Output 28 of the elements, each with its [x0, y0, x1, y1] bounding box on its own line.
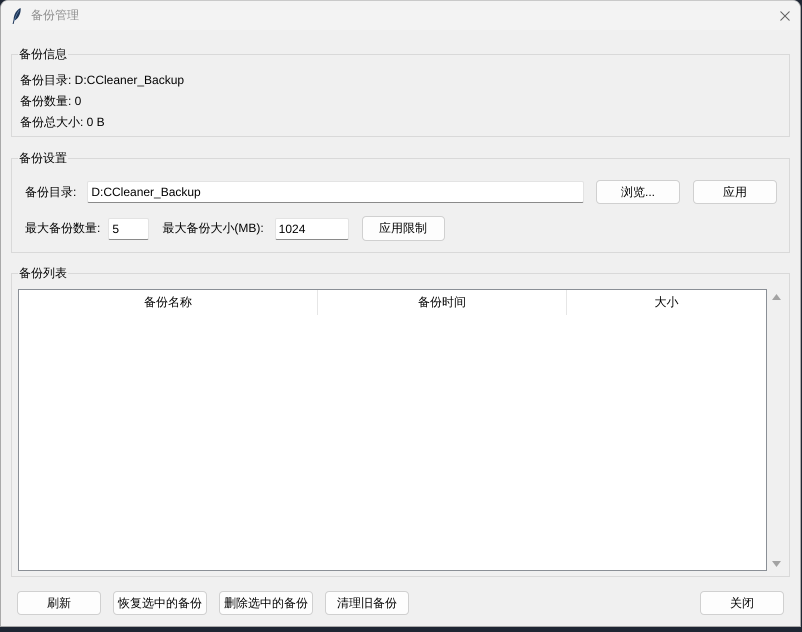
column-header[interactable]: 备份名称 — [19, 290, 318, 315]
group-title: 备份设置 — [18, 150, 68, 167]
max-size-field[interactable]: 1024 — [274, 218, 349, 240]
close-icon — [780, 10, 790, 20]
dialog-close-button[interactable]: 关闭 — [700, 591, 784, 615]
max-count-field[interactable]: 5 — [108, 218, 150, 240]
scroll-down-icon[interactable] — [772, 561, 780, 567]
restore-selected-button[interactable]: 恢复选中的备份 — [113, 591, 207, 615]
window-title: 备份管理 — [31, 7, 79, 24]
delete-selected-button[interactable]: 删除选中的备份 — [219, 591, 313, 615]
info-text: 备份总大小: 0 B — [20, 114, 105, 131]
column-header[interactable]: 备份时间 — [318, 290, 567, 315]
max-size-label: 最大备份大小(MB): — [162, 220, 264, 237]
directory-field[interactable]: D:CCleaner_Backup — [87, 181, 584, 203]
directory-label: 备份目录: — [25, 184, 76, 200]
max-count-label: 最大备份数量: — [25, 220, 100, 237]
column-header[interactable]: 大小 — [567, 290, 766, 315]
info-text: 备份数量: 0 — [20, 93, 82, 110]
group-title: 备份信息 — [18, 46, 68, 63]
feather-icon — [12, 8, 21, 24]
browse-button[interactable]: 浏览... — [596, 180, 680, 204]
scroll-up-icon[interactable] — [772, 294, 780, 300]
clean-old-button[interactable]: 清理旧备份 — [325, 591, 409, 615]
info-text: 备份目录: D:CCleaner_Backup — [20, 72, 184, 89]
apply-button[interactable]: 应用 — [693, 180, 777, 204]
refresh-button[interactable]: 刷新 — [17, 591, 101, 615]
group-title: 备份列表 — [18, 265, 68, 282]
apply-limits-button[interactable]: 应用限制 — [362, 216, 445, 241]
